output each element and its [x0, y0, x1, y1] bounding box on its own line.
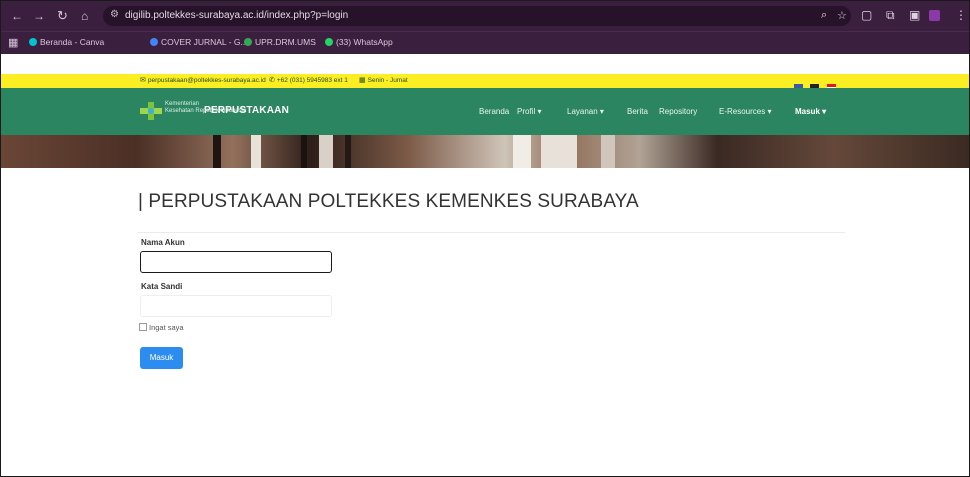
password-label: Kata Sandi: [141, 282, 183, 291]
browser-window: ← → ↻ ⌂ ⚙ digilib.poltekkes-surabaya.ac.…: [0, 0, 970, 477]
google-icon: [150, 38, 158, 46]
page-title: | PERPUSTAKAAN POLTEKKES KEMENKES SURABA…: [138, 191, 639, 212]
reload-icon[interactable]: ↻: [57, 9, 68, 23]
kemenkes-logo-icon[interactable]: [140, 102, 162, 120]
address-bar[interactable]: ⚙ digilib.poltekkes-surabaya.ac.id/index…: [103, 6, 851, 26]
home-icon[interactable]: ⌂: [81, 9, 88, 23]
banner-book: [601, 135, 615, 168]
nav-profil[interactable]: Profil ▾: [517, 107, 541, 116]
banner-book: [319, 135, 333, 168]
calendar-icon: ▦: [359, 77, 366, 84]
username-label: Nama Akun: [141, 238, 185, 247]
bookmark-upr[interactable]: UPR.DRM.UMS: [244, 37, 316, 47]
bookmark-cover-jurnal[interactable]: COVER JURNAL - G...: [150, 37, 248, 47]
whatsapp-icon: [325, 38, 333, 46]
url-text[interactable]: digilib.poltekkes-surabaya.ac.id/index.p…: [125, 10, 348, 21]
nav-eresources[interactable]: E-Resources ▾: [719, 107, 771, 116]
forward-icon[interactable]: →: [33, 9, 45, 23]
nav-beranda[interactable]: Beranda: [479, 107, 509, 116]
contact-email[interactable]: ✉ perpustakaan@poltekkes-surabaya.ac.id: [140, 76, 266, 84]
opening-hours: ▦ Senin - Jumat: [359, 77, 408, 84]
library-banner-image: [1, 135, 969, 168]
banner-book: [541, 135, 577, 168]
sidebar-icon[interactable]: ▣: [909, 8, 920, 22]
canva-icon: [29, 38, 37, 46]
tab-search-icon[interactable]: ⧉: [886, 8, 895, 23]
banner-book: [213, 135, 221, 168]
banner-book: [301, 135, 307, 168]
bookmarks-bar: ▦ Beranda - Canva COVER JURNAL - G... UP…: [1, 31, 969, 54]
username-input[interactable]: [140, 251, 332, 273]
nav-repository[interactable]: Repository: [659, 107, 697, 116]
banner-book: [345, 135, 351, 168]
apps-grid-icon[interactable]: ▦: [8, 36, 18, 49]
bookmark-whatsapp[interactable]: (33) WhatsApp: [325, 37, 393, 47]
login-button[interactable]: Masuk: [140, 347, 183, 369]
site-navbar: Kementerian Kesehatan Republik Indonesia…: [1, 88, 969, 135]
site-info-icon[interactable]: ⚙: [110, 9, 119, 20]
phone-icon: ✆: [269, 77, 275, 84]
email-icon: ✉: [140, 77, 146, 84]
back-icon[interactable]: ←: [11, 9, 23, 23]
bookmark-star-icon[interactable]: ☆: [837, 9, 847, 22]
banner-book: [251, 135, 261, 168]
menu-kebab-icon[interactable]: ⋮: [955, 8, 967, 22]
nav-layanan[interactable]: Layanan ▾: [567, 107, 604, 116]
contact-phone[interactable]: ✆ +62 (031) 5945983 ext 1: [269, 76, 348, 84]
profile-avatar[interactable]: [929, 10, 940, 21]
password-input[interactable]: [140, 295, 332, 317]
nav-berita[interactable]: Berita: [627, 107, 648, 116]
site-title[interactable]: PERPUSTAKAAN: [204, 105, 289, 116]
contact-topbar: ✉ perpustakaan@poltekkes-surabaya.ac.id ✆…: [1, 74, 969, 90]
remember-checkbox[interactable]: [139, 323, 147, 331]
banner-book: [513, 135, 531, 168]
bookmark-canva[interactable]: Beranda - Canva: [29, 37, 104, 47]
extensions-icon[interactable]: ▢: [861, 8, 872, 22]
remember-me[interactable]: Ingat saya: [139, 323, 184, 332]
zoom-icon[interactable]: ⌕: [821, 9, 827, 22]
nav-masuk[interactable]: Masuk ▾: [795, 107, 826, 116]
title-divider: [138, 232, 845, 233]
drive-icon: [244, 38, 252, 46]
browser-toolbar: ← → ↻ ⌂ ⚙ digilib.poltekkes-surabaya.ac.…: [1, 1, 969, 31]
